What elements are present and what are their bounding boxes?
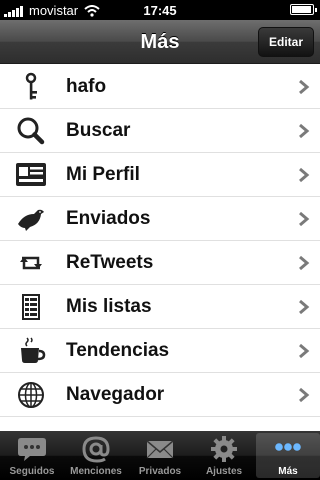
battery-fill bbox=[292, 6, 311, 13]
menu-item-mi-perfil[interactable]: Mi Perfil bbox=[0, 153, 320, 197]
tab-mas[interactable]: Más bbox=[256, 433, 320, 478]
tab-label: Seguidos bbox=[9, 466, 55, 477]
menu-item-label: Buscar bbox=[66, 120, 131, 141]
menu-item-label: Tendencias bbox=[66, 340, 170, 361]
menu-item-tendencias[interactable]: Tendencias bbox=[0, 329, 320, 373]
tab-ajustes[interactable]: Ajustes bbox=[192, 433, 256, 478]
menu-item-label: ReTweets bbox=[66, 252, 154, 273]
at-icon bbox=[82, 436, 110, 463]
tab-menciones[interactable]: Menciones bbox=[64, 433, 128, 478]
tab-label: Ajustes bbox=[205, 466, 243, 477]
gear-icon bbox=[211, 436, 237, 462]
chevron-right-icon bbox=[299, 79, 310, 95]
tab-label: Más bbox=[278, 466, 298, 477]
status-time: 17:45 bbox=[143, 3, 177, 18]
tab-label: Menciones bbox=[70, 466, 122, 477]
globe-icon bbox=[18, 382, 44, 408]
key-icon bbox=[25, 72, 37, 100]
more-dots-icon bbox=[275, 443, 301, 451]
tab-bar: Seguidos Menciones Privados Ajustes Más bbox=[0, 431, 320, 480]
navigation-bar: Más Editar bbox=[0, 20, 320, 64]
menu-item-label: Mis listas bbox=[66, 296, 152, 317]
more-menu-list: hafo Buscar Mi Perfil Enviados ReTweets … bbox=[0, 65, 320, 431]
speech-bubble-icon bbox=[18, 438, 46, 461]
coffee-cup-icon bbox=[21, 337, 46, 363]
menu-item-buscar[interactable]: Buscar bbox=[0, 109, 320, 153]
chevron-right-icon bbox=[299, 299, 310, 315]
lists-icon bbox=[22, 294, 40, 320]
battery-icon bbox=[290, 4, 317, 15]
tab-privados[interactable]: Privados bbox=[128, 433, 192, 478]
menu-item-label: Enviados bbox=[66, 208, 151, 229]
menu-item-hafo[interactable]: hafo bbox=[0, 65, 320, 109]
chevron-right-icon bbox=[299, 167, 310, 183]
edit-button[interactable]: Editar bbox=[257, 27, 314, 57]
bird-icon bbox=[18, 209, 44, 231]
chevron-right-icon bbox=[299, 123, 310, 139]
retweet-icon bbox=[20, 256, 42, 270]
profile-card-icon bbox=[16, 163, 46, 186]
envelope-icon bbox=[146, 440, 174, 459]
status-bar: movistar 17:45 bbox=[0, 0, 320, 20]
tab-seguidos[interactable]: Seguidos bbox=[0, 433, 64, 478]
chevron-right-icon bbox=[299, 343, 310, 359]
menu-item-retweets[interactable]: ReTweets bbox=[0, 241, 320, 285]
menu-item-navegador[interactable]: Navegador bbox=[0, 373, 320, 417]
chevron-right-icon bbox=[299, 255, 310, 271]
chevron-right-icon bbox=[299, 211, 310, 227]
search-icon bbox=[17, 117, 45, 145]
menu-item-label: Navegador bbox=[66, 384, 165, 405]
menu-item-mis-listas[interactable]: Mis listas bbox=[0, 285, 320, 329]
menu-item-enviados[interactable]: Enviados bbox=[0, 197, 320, 241]
tab-label: Privados bbox=[138, 466, 182, 477]
chevron-right-icon bbox=[299, 387, 310, 403]
menu-item-label: Mi Perfil bbox=[66, 164, 140, 185]
menu-item-label: hafo bbox=[66, 76, 107, 97]
